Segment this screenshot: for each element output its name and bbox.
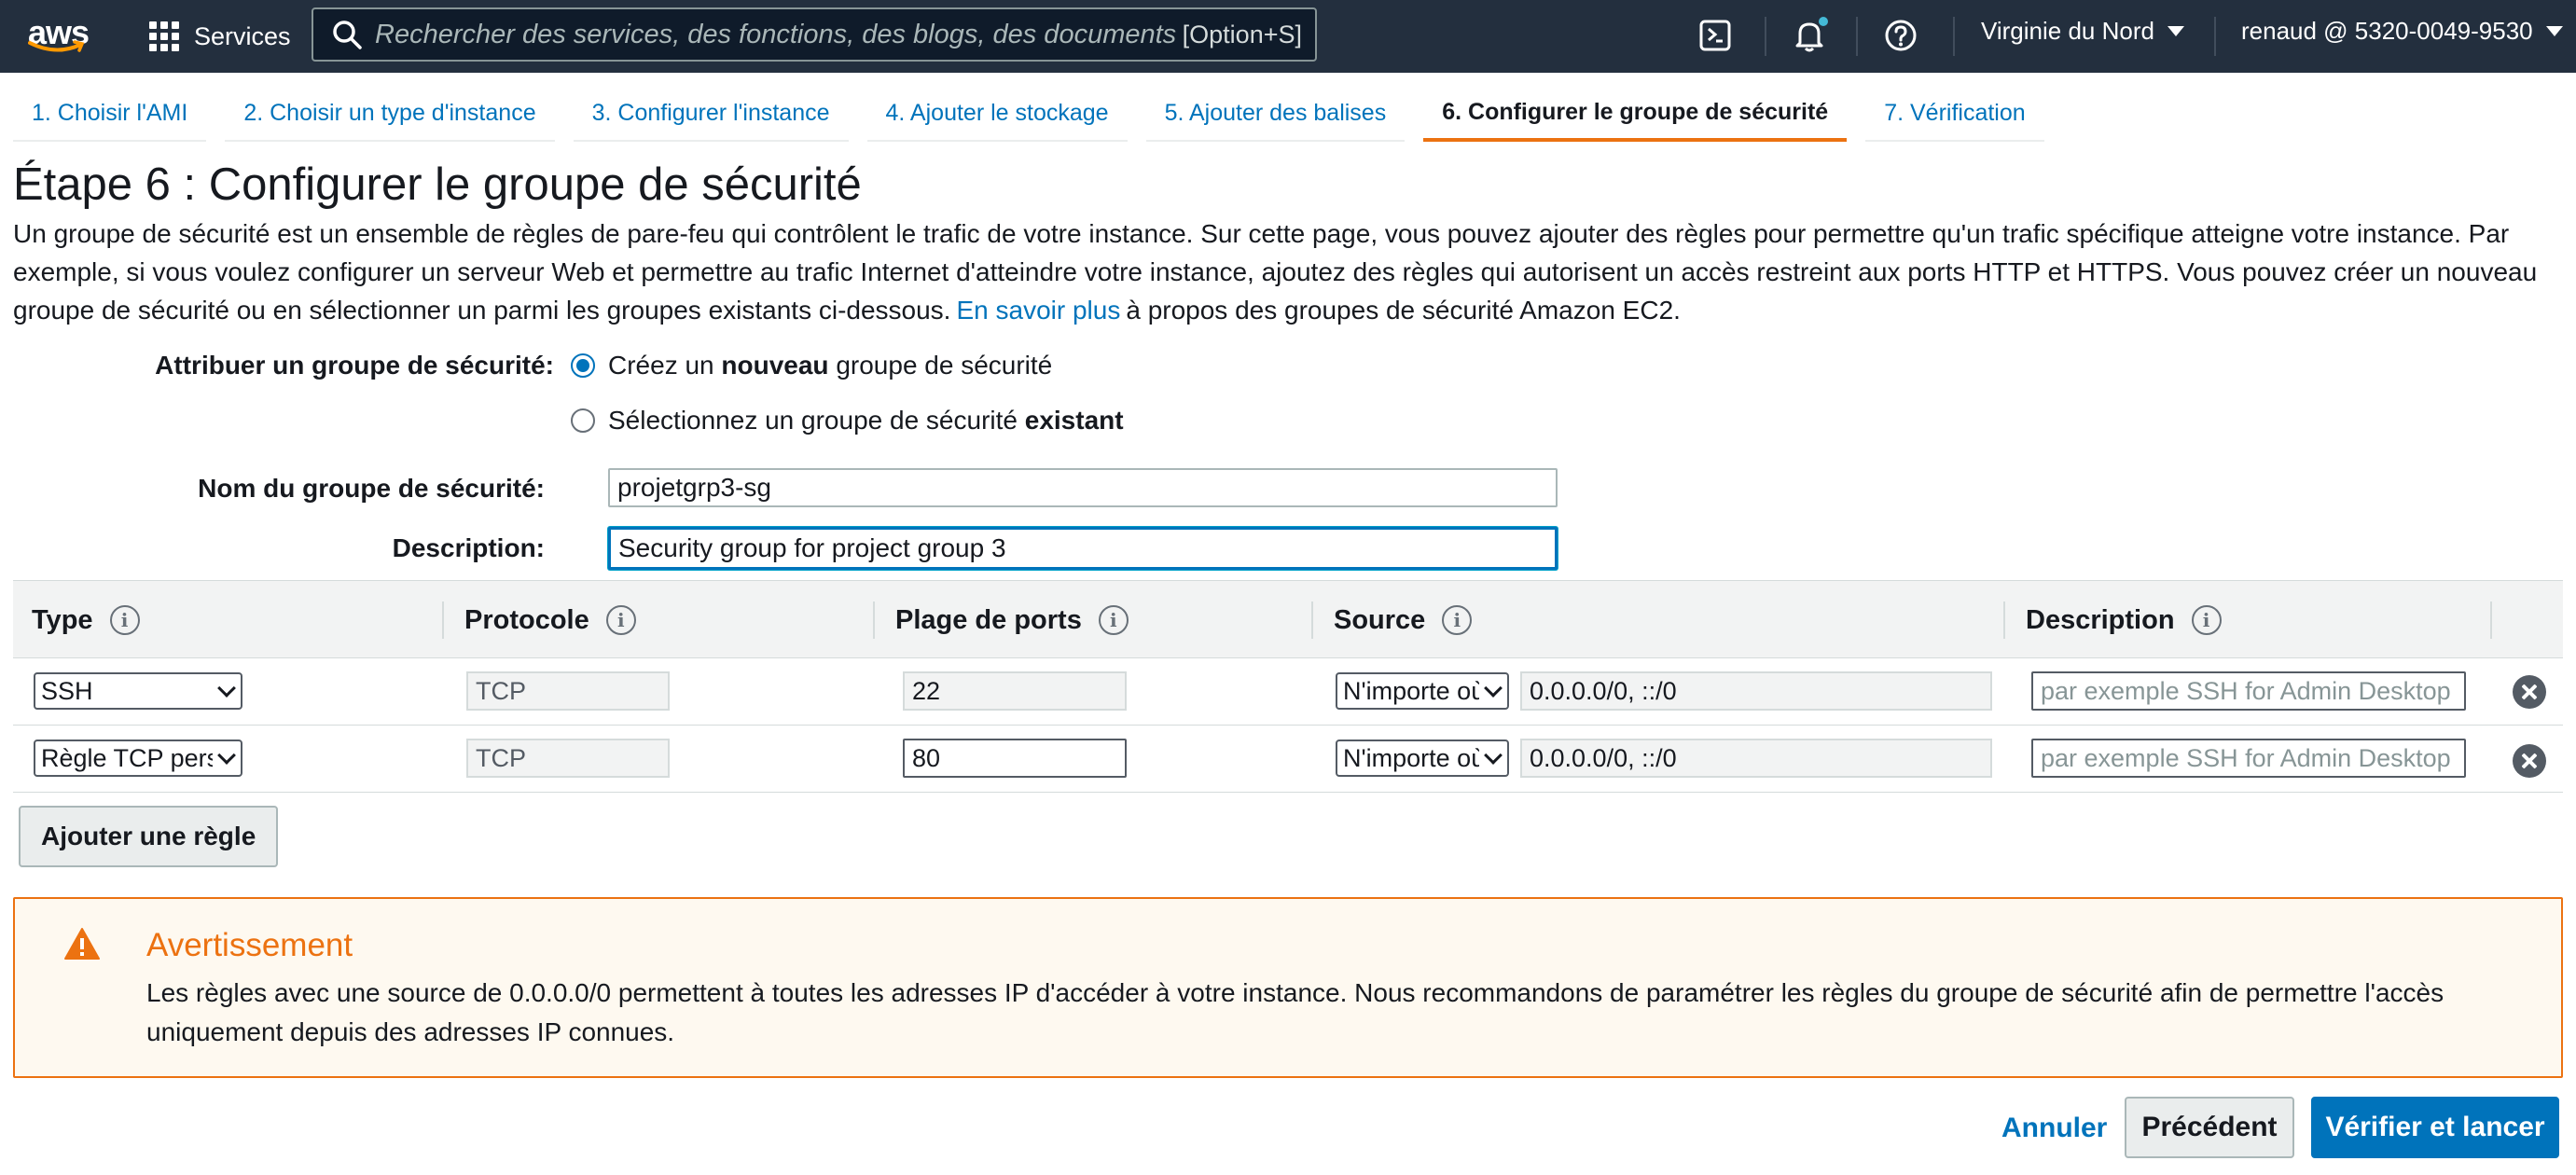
account-label: renaud @ 5320-0049-9530 — [2241, 17, 2533, 45]
chevron-down-icon — [1484, 679, 1503, 698]
header-description: Description i — [2026, 581, 2222, 659]
rule-type-select[interactable]: SSH — [34, 672, 242, 710]
chevron-down-icon — [217, 746, 236, 765]
grid-icon — [149, 21, 179, 51]
radio-existing-label: Sélectionnez un groupe de sécurité exist… — [608, 406, 1124, 435]
group-description-label: Description: — [392, 533, 545, 562]
column-separator — [2003, 601, 2005, 639]
group-name-label: Nom du groupe de sécurité: — [198, 474, 545, 503]
warning-text: Les règles avec une source de 0.0.0.0/0 … — [146, 978, 2444, 1046]
help-icon[interactable] — [1882, 17, 1919, 54]
tab-configure-instance[interactable]: 3. Configurer l'instance — [573, 86, 849, 142]
top-navigation-bar: aws Services [Option+S] V — [0, 0, 2576, 73]
column-separator — [873, 601, 875, 639]
column-separator — [1311, 601, 1313, 639]
aws-smile-icon — [28, 40, 85, 52]
cloudshell-icon[interactable] — [1697, 17, 1735, 54]
table-row: SSH TCP 22 N'importe où 0.0.0.0/0, ::/0 — [13, 658, 2563, 726]
tab-add-storage[interactable]: 4. Ajouter le stockage — [866, 86, 1128, 142]
source-type-select[interactable]: N'importe où — [1336, 740, 1509, 777]
review-and-launch-button[interactable]: Vérifier et lancer — [2311, 1097, 2559, 1158]
intro-paragraph: Un groupe de sécurité est un ensemble de… — [13, 214, 2563, 329]
radio-create-new-group[interactable]: Créez un nouveau groupe de sécurité — [571, 351, 1052, 380]
protocol-field: TCP — [466, 671, 670, 711]
source-cidr-field[interactable]: 0.0.0.0/0, ::/0 — [1520, 671, 1992, 711]
radio-new-label: Créez un nouveau groupe de sécurité — [608, 351, 1053, 380]
page-title: Étape 6 : Configurer le groupe de sécuri… — [13, 159, 862, 210]
caret-down-icon — [2545, 26, 2563, 36]
aws-logo[interactable]: aws — [26, 11, 90, 60]
nav-divider — [1856, 17, 1858, 56]
info-icon[interactable]: i — [1442, 605, 1473, 635]
assign-group-label: Attribuer un groupe de sécurité: — [155, 351, 554, 380]
column-separator — [442, 601, 444, 639]
services-label: Services — [194, 21, 291, 50]
port-range-field: 22 — [903, 671, 1127, 711]
bell-icon[interactable] — [1791, 17, 1828, 54]
warning-alert: Avertissement Les règles avec une source… — [13, 897, 2563, 1078]
region-label: Virginie du Nord — [1981, 17, 2154, 45]
delete-rule-icon[interactable] — [2513, 675, 2546, 709]
header-port-range: Plage de ports i — [895, 581, 1129, 659]
source-cidr-field[interactable]: 0.0.0.0/0, ::/0 — [1520, 739, 1992, 778]
column-separator — [2490, 601, 2492, 639]
info-icon[interactable]: i — [109, 605, 140, 635]
table-row: Règle TCP personnalisée TCP N'importe où… — [13, 726, 2563, 793]
info-icon[interactable]: i — [1098, 605, 1129, 635]
header-source: Source i — [1334, 581, 1473, 659]
intro-suffix: à propos des groupes de sécurité Amazon … — [1126, 296, 1681, 325]
port-range-input[interactable] — [903, 739, 1127, 778]
tab-choose-instance-type[interactable]: 2. Choisir un type d'instance — [225, 86, 555, 142]
account-menu[interactable]: renaud @ 5320-0049-9530 — [2241, 17, 2563, 46]
caret-down-icon — [2167, 26, 2184, 36]
search-shortcut-hint: [Option+S] — [1182, 20, 1302, 48]
rule-type-select[interactable]: Règle TCP personnalisée — [34, 740, 242, 777]
protocol-field: TCP — [466, 739, 670, 778]
tab-add-tags[interactable]: 5. Ajouter des balises — [1145, 86, 1406, 142]
group-name-input[interactable] — [608, 468, 1558, 507]
chevron-down-icon — [1484, 746, 1503, 765]
info-icon[interactable]: i — [605, 605, 636, 635]
warning-icon — [64, 928, 100, 960]
region-selector[interactable]: Virginie du Nord — [1981, 17, 2184, 46]
add-rule-button[interactable]: Ajouter une règle — [19, 806, 279, 867]
services-menu[interactable]: Services — [149, 13, 291, 60]
chevron-down-icon — [217, 679, 236, 698]
radio-button-unchecked[interactable] — [571, 408, 595, 433]
rule-description-input[interactable] — [2031, 739, 2466, 778]
radio-button-checked[interactable] — [571, 353, 595, 378]
warning-title: Avertissement — [146, 927, 353, 963]
rules-table-header: Type i Protocole i Plage de ports i Source i… — [13, 580, 2563, 658]
search-input[interactable] — [375, 19, 1183, 50]
radio-select-existing-group[interactable]: Sélectionnez un groupe de sécurité exist… — [571, 406, 1124, 435]
nav-divider — [1953, 17, 1955, 56]
info-icon[interactable]: i — [2191, 605, 2222, 635]
nav-divider — [1765, 17, 1766, 56]
delete-rule-icon[interactable] — [2513, 744, 2546, 778]
group-description-input[interactable] — [608, 527, 1558, 570]
tab-review[interactable]: 7. Vérification — [1865, 86, 2044, 142]
rule-description-input[interactable] — [2031, 671, 2466, 711]
header-protocol: Protocole i — [464, 581, 636, 659]
previous-button[interactable]: Précédent — [2125, 1097, 2294, 1158]
wizard-steps: 1. Choisir l'AMI 2. Choisir un type d'in… — [13, 86, 2063, 142]
global-search[interactable]: [Option+S] — [312, 7, 1317, 62]
header-type: Type i — [32, 581, 140, 659]
search-icon — [333, 21, 362, 49]
tab-choose-ami[interactable]: 1. Choisir l'AMI — [13, 86, 207, 142]
source-type-select[interactable]: N'importe où — [1336, 672, 1509, 710]
tab-configure-security-group[interactable]: 6. Configurer le groupe de sécurité — [1423, 86, 1848, 142]
learn-more-link[interactable]: En savoir plus — [956, 296, 1120, 325]
nav-divider — [2214, 17, 2216, 56]
cancel-link[interactable]: Annuler — [2001, 1113, 2107, 1144]
